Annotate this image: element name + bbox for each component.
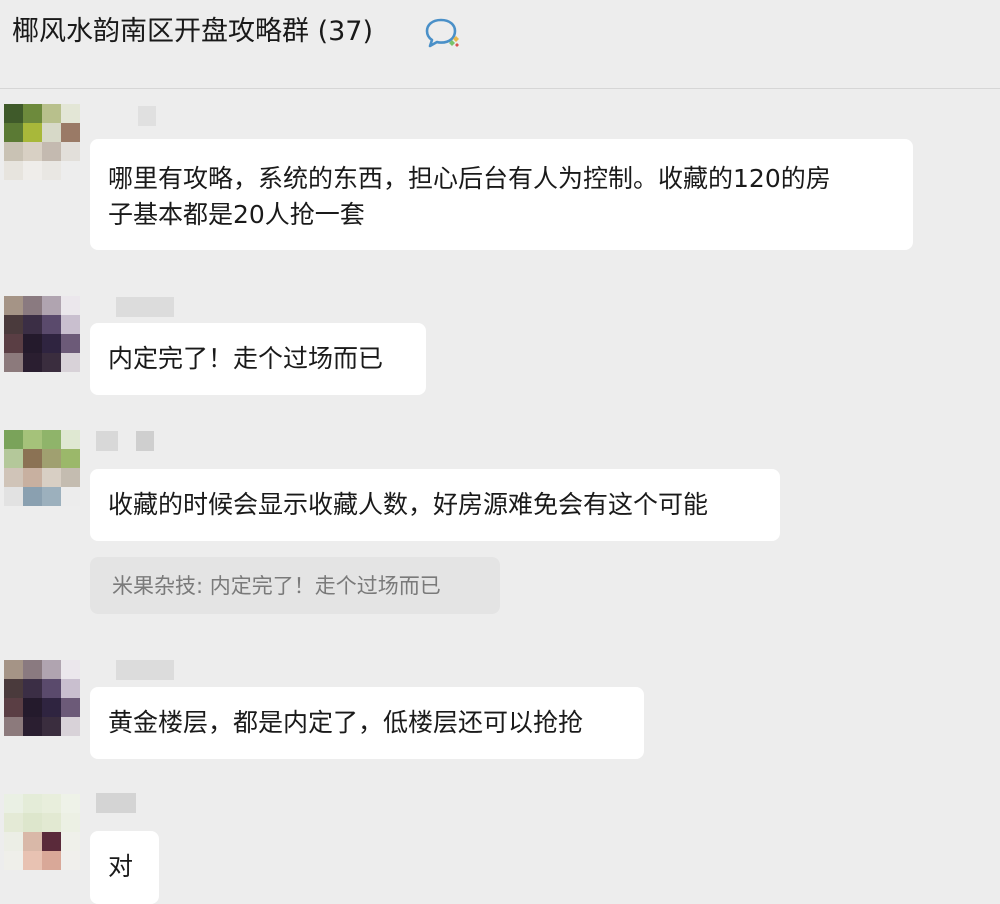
message-bubble[interactable]: 黄金楼层，都是内定了，低楼层还可以抢抢	[90, 687, 644, 759]
chat-header: 椰风水韵南区开盘攻略群 (37)	[0, 0, 1000, 89]
avatar[interactable]	[4, 794, 80, 870]
chat-bubble-icon[interactable]	[424, 16, 462, 50]
message-bubble[interactable]: 哪里有攻略，系统的东西，担心后台有人为控制。收藏的120的房 子基本都是20人抢…	[90, 139, 913, 250]
chat-window: 椰风水韵南区开盘攻略群 (37) 哪里有攻略，系统的东西，担心后台有人为控制。收…	[0, 0, 1000, 904]
avatar[interactable]	[4, 430, 80, 506]
member-count: (37)	[317, 16, 374, 47]
group-name: 椰风水韵南区开盘攻略群	[12, 16, 309, 47]
message-text: 黄金楼层，都是内定了，低楼层还可以抢抢	[108, 708, 584, 737]
message-bubble[interactable]: 收藏的时候会显示收藏人数，好房源难免会有这个可能	[90, 469, 780, 541]
quoted-message[interactable]: 米果杂技: 内定完了！走个过场而已	[90, 557, 500, 614]
message-bubble[interactable]: 内定完了！走个过场而已	[90, 323, 426, 395]
avatar[interactable]	[4, 660, 80, 736]
group-title[interactable]: 椰风水韵南区开盘攻略群 (37)	[12, 12, 373, 52]
message-text: 对	[108, 852, 134, 881]
message-text: 内定完了！走个过场而已	[108, 344, 384, 373]
sender-name	[100, 297, 180, 317]
message-bubble[interactable]: 对	[90, 831, 159, 904]
sender-name	[96, 431, 176, 451]
sender-name	[100, 106, 160, 126]
avatar[interactable]	[4, 296, 80, 372]
message-text: 哪里有攻略，系统的东西，担心后台有人为控制。收藏的120的房	[108, 164, 831, 193]
message-text: 子基本都是20人抢一套	[108, 200, 365, 229]
sender-name	[100, 660, 180, 680]
message-text: 收藏的时候会显示收藏人数，好房源难免会有这个可能	[108, 490, 709, 519]
sender-name	[96, 793, 156, 813]
avatar[interactable]	[4, 104, 80, 180]
